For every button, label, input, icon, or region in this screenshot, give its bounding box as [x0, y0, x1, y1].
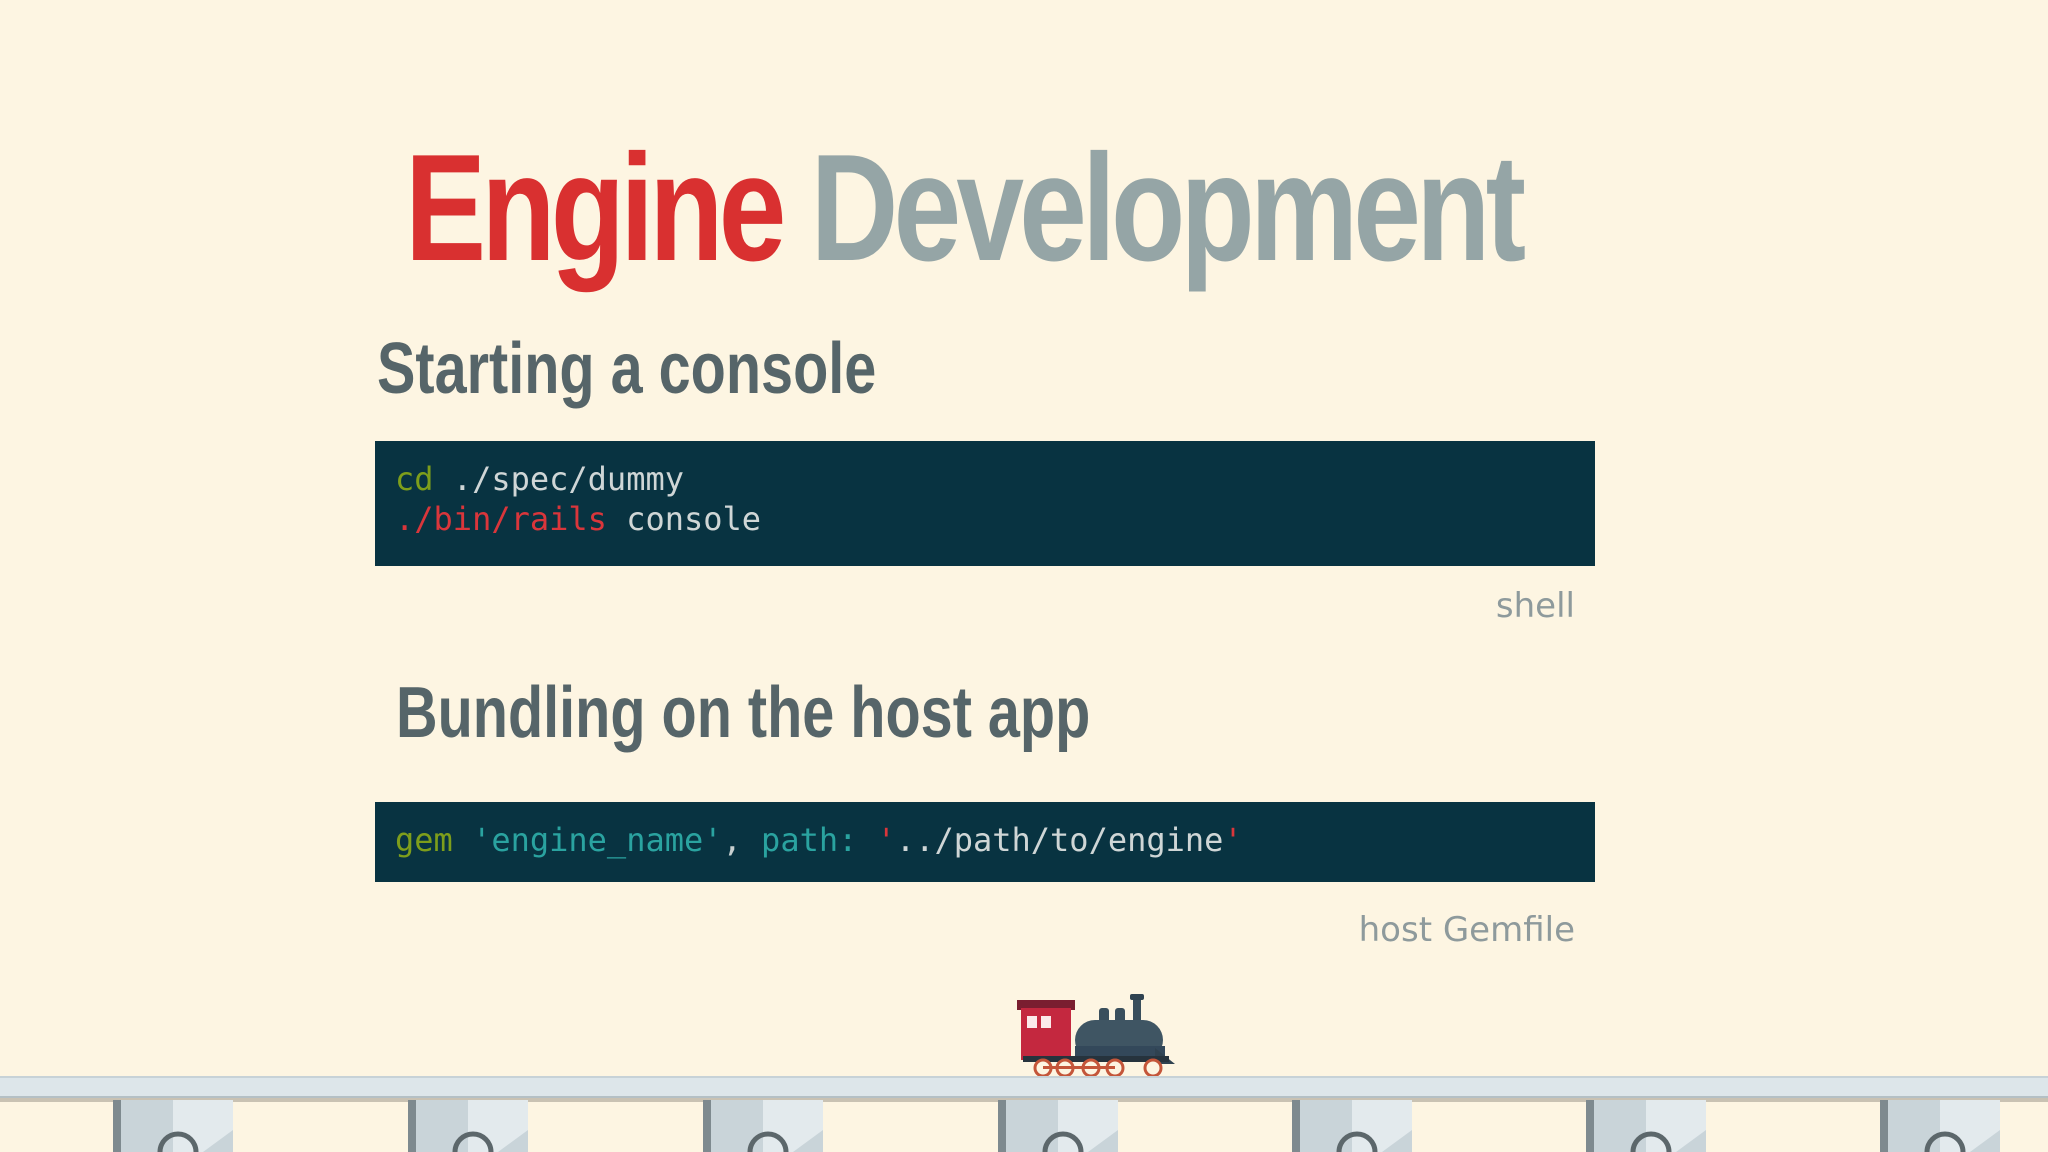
code-line: cd ./spec/dummy — [395, 459, 1575, 499]
code-line: ./bin/rails console — [395, 499, 1575, 539]
locomotive-icon — [1017, 994, 1175, 1078]
code-string: 'engine_name' — [472, 821, 723, 859]
code-punctuation: , — [722, 821, 742, 859]
code-keyword: gem — [395, 821, 453, 859]
code-block-shell: cd ./spec/dummy ./bin/rails console — [375, 441, 1595, 566]
section-heading-bundling: Bundling on the host app — [396, 673, 1091, 753]
slide-title: Engine Development — [405, 118, 1527, 298]
code-command: cd — [395, 460, 434, 498]
code-quote: ' — [1223, 821, 1243, 859]
title-word-engine: Engine — [405, 123, 786, 293]
code-argument: console — [606, 500, 762, 538]
code-quote: ' — [876, 821, 896, 859]
code-caption-gemfile: host Gemfile — [1358, 910, 1575, 950]
code-symbol: path: — [761, 821, 858, 859]
bridge-supports — [113, 1100, 2000, 1152]
section-heading-console: Starting a console — [377, 329, 877, 409]
title-word-development: Development — [810, 123, 1527, 293]
code-block-gemfile: gem 'engine_name', path: '../path/to/eng… — [375, 802, 1595, 882]
code-line: gem 'engine_name', path: '../path/to/eng… — [395, 820, 1575, 860]
code-string-content: ../path/to/engine — [895, 821, 1224, 859]
code-command: ./bin/rails — [395, 500, 607, 538]
code-argument: ./spec/dummy — [433, 460, 684, 498]
track-rail — [0, 1076, 2048, 1098]
code-caption-shell: shell — [1495, 586, 1575, 626]
